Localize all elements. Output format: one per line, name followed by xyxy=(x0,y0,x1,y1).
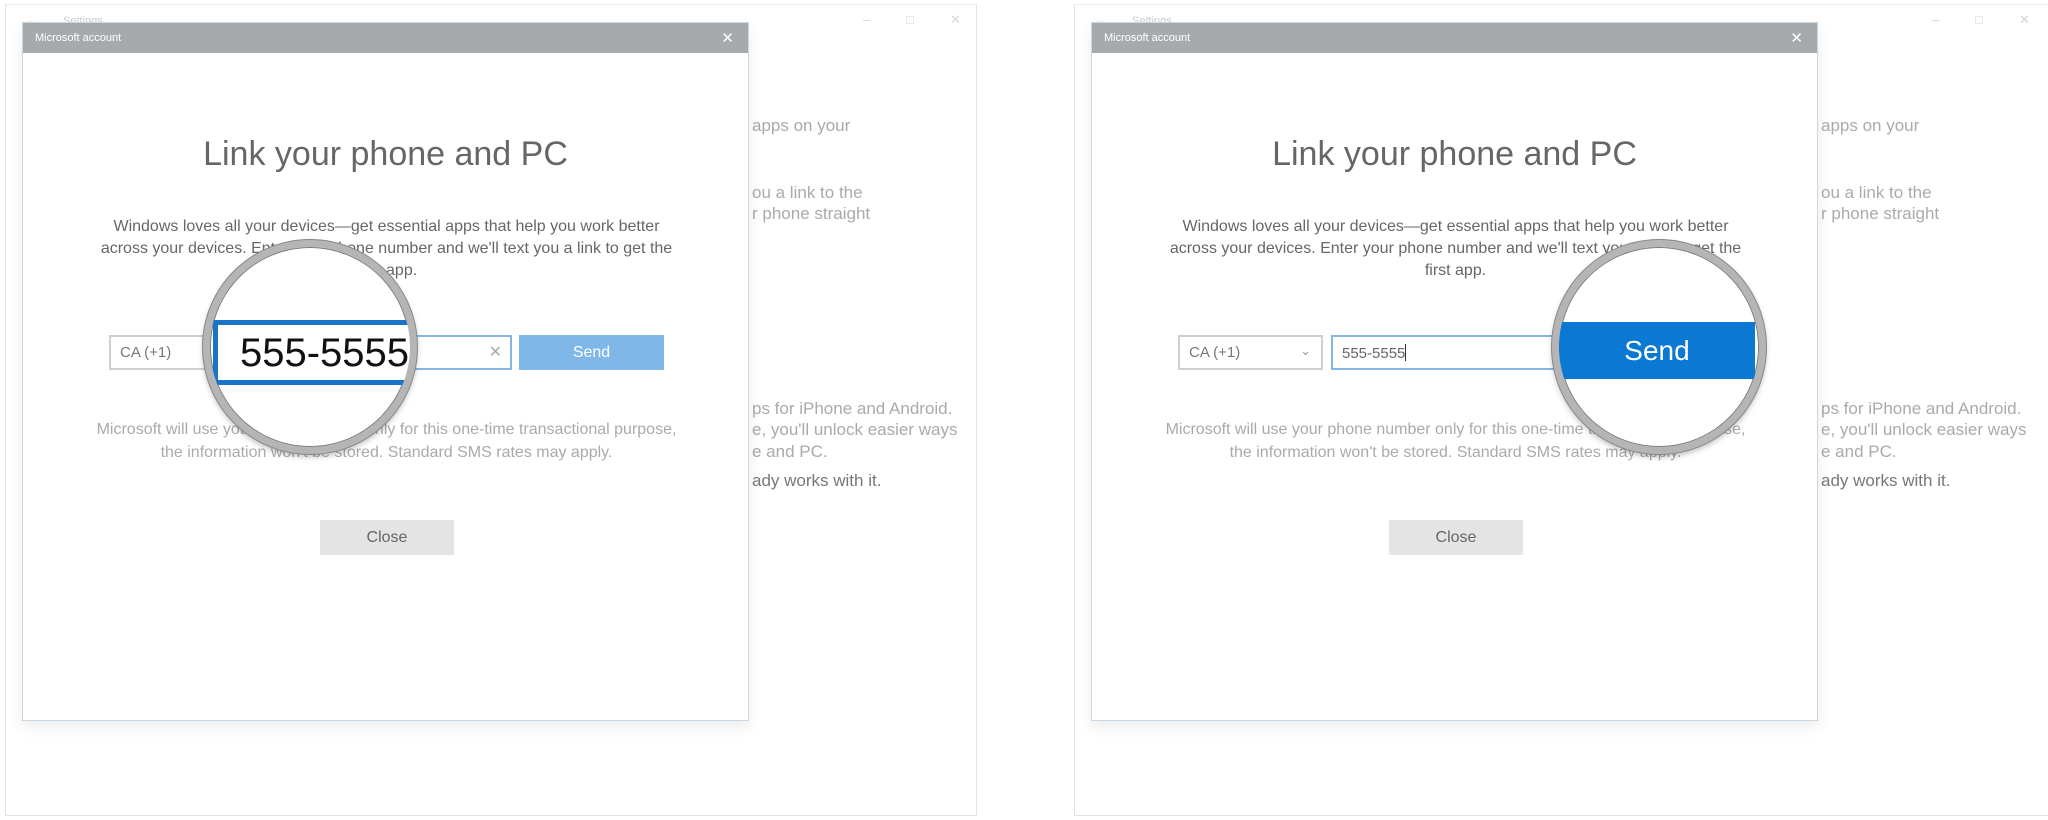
close-icon[interactable]: ✕ xyxy=(950,12,961,28)
phone-number-input[interactable]: 555-5555 xyxy=(1331,335,1581,370)
clear-icon[interactable]: ✕ xyxy=(489,342,502,362)
magnifier-callout: Send xyxy=(1552,240,1766,454)
close-icon[interactable]: ✕ xyxy=(1790,29,1803,47)
background-text: apps on your xyxy=(1821,116,1920,135)
page-title: Link your phone and PC xyxy=(203,135,568,173)
background-text: r phone straight xyxy=(1821,204,1940,223)
background-text: e, you'll unlock easier ways xyxy=(752,420,958,439)
background-text: ou a link to the xyxy=(1821,183,1932,202)
close-icon[interactable]: ✕ xyxy=(2019,12,2030,28)
privacy-note: Microsoft will use your phone number onl… xyxy=(96,421,677,461)
text-cursor xyxy=(1405,344,1407,361)
step-panel-left: ← Settings – □ ✕ apps on your ou a link … xyxy=(0,0,1000,820)
text-cursor xyxy=(410,332,412,372)
minimize-icon[interactable]: – xyxy=(863,12,870,27)
dialog-title-bar: Microsoft account ✕ xyxy=(23,23,748,53)
chevron-down-icon: ⌄ xyxy=(1300,343,1311,358)
magnifier-callout: 555-5555 xyxy=(203,240,417,454)
country-code-value: CA (+1) xyxy=(120,344,172,361)
dialog-title: Microsoft account xyxy=(35,32,122,44)
phone-number-input-zoomed[interactable]: 555-5555 xyxy=(213,320,412,385)
background-text: ady works with it. xyxy=(752,471,882,490)
background-text: apps on your xyxy=(752,116,851,135)
page-title: Link your phone and PC xyxy=(1272,135,1637,173)
country-code-value: CA (+1) xyxy=(1189,344,1241,361)
close-button[interactable]: Close xyxy=(1389,520,1523,555)
phone-value: 555-5555 xyxy=(1342,345,1406,362)
close-button[interactable]: Close xyxy=(320,520,454,555)
maximize-icon[interactable]: □ xyxy=(906,12,914,27)
send-button-zoomed[interactable]: Send xyxy=(1559,322,1755,379)
dialog-title: Microsoft account xyxy=(1104,32,1191,44)
background-text: ou a link to the xyxy=(752,183,863,202)
background-text: ps for iPhone and Android. xyxy=(752,399,953,418)
close-icon[interactable]: ✕ xyxy=(721,29,734,47)
background-text: r phone straight xyxy=(752,204,871,223)
background-text: ady works with it. xyxy=(1821,471,1951,490)
background-text: e and PC. xyxy=(752,442,828,461)
background-text: e and PC. xyxy=(1821,442,1897,461)
background-text: e, you'll unlock easier ways xyxy=(1821,420,2027,439)
phone-value: 555-5555 xyxy=(240,331,410,375)
send-button[interactable]: Send xyxy=(519,335,664,370)
background-text: ps for iPhone and Android. xyxy=(1821,399,2022,418)
minimize-icon[interactable]: – xyxy=(1932,12,1939,27)
dialog-title-bar: Microsoft account ✕ xyxy=(1092,23,1817,53)
country-code-select[interactable]: CA (+1) ⌄ xyxy=(1178,335,1323,370)
step-panel-right: ← Settings – □ ✕ apps on your ou a link … xyxy=(1069,0,2048,820)
maximize-icon[interactable]: □ xyxy=(1975,12,1983,27)
country-code-select[interactable]: CA (+1) xyxy=(109,335,210,370)
